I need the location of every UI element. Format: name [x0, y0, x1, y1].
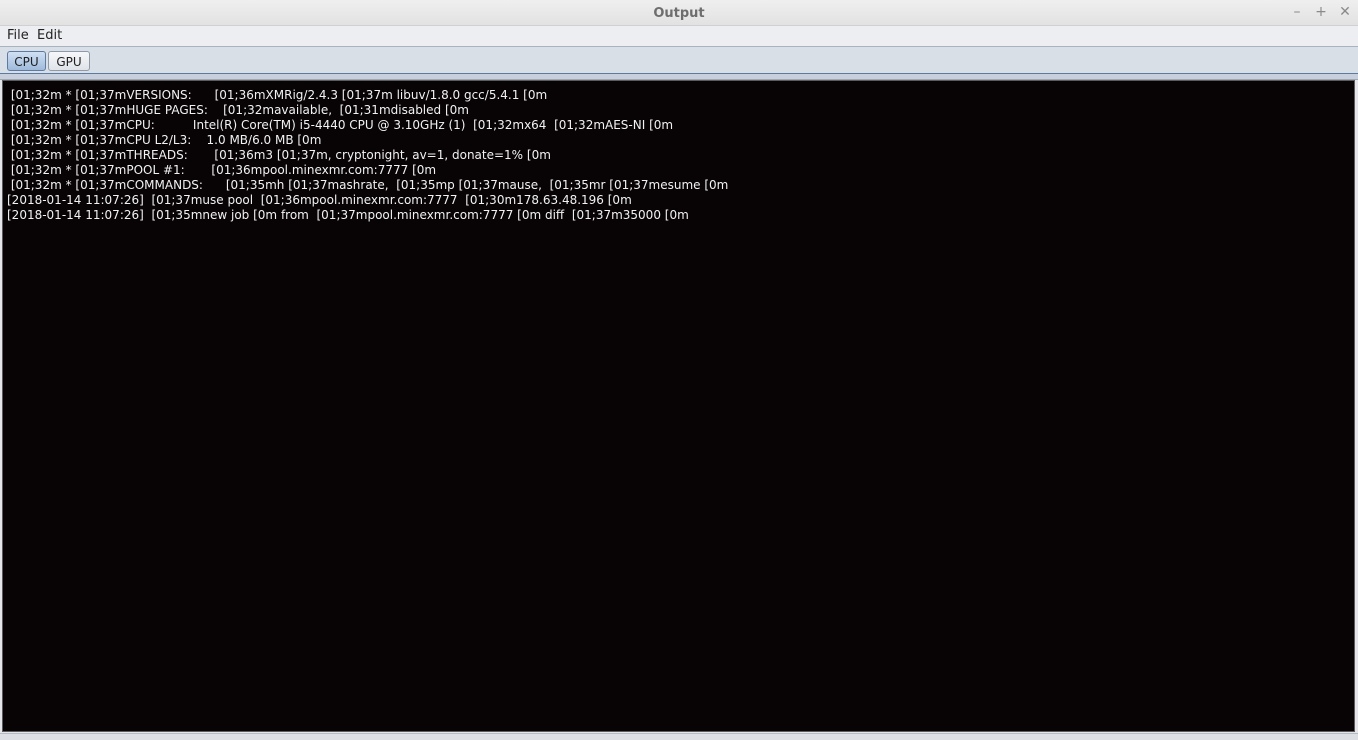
- window-title: Output: [653, 6, 705, 21]
- close-button[interactable]: ✕: [1337, 4, 1353, 20]
- status-bar: [0, 733, 1358, 740]
- console-line: [01;32m * [01;37mHUGE PAGES: [01;32mavai…: [7, 103, 469, 117]
- console-lines: [01;32m * [01;37mVERSIONS: [01;36mXMRig/…: [7, 88, 728, 223]
- output-window: Output – + ✕ File Edit CPU GPU [01;32m *…: [0, 0, 1358, 740]
- console-line: [2018-01-14 11:07:26] [01;35mnew job [0m…: [7, 208, 689, 222]
- tab-content-border: [0, 73, 1358, 80]
- tab-gpu[interactable]: GPU: [48, 51, 90, 71]
- console-line: [01;32m * [01;37mPOOL #1: [01;36mpool.mi…: [7, 163, 437, 177]
- menu-file[interactable]: File: [7, 28, 29, 43]
- console-line: [2018-01-14 11:07:26] [01;37muse pool [0…: [7, 193, 632, 207]
- console-line: [01;32m * [01;37mCOMMANDS: [01;35mh [01;…: [7, 178, 729, 192]
- console-line: [01;32m * [01;37mCPU: Intel(R) Core(TM) …: [7, 118, 674, 132]
- menu-bar: File Edit: [0, 26, 1358, 46]
- tab-strip: CPU GPU: [0, 47, 1358, 75]
- title-bar[interactable]: Output – + ✕: [0, 0, 1358, 26]
- maximize-button[interactable]: +: [1313, 4, 1329, 20]
- console-line: [01;32m * [01;37mTHREADS: [01;36m3 [01;3…: [7, 148, 551, 162]
- console-line: [01;32m * [01;37mCPU L2/L3: 1.0 MB/6.0 M…: [7, 133, 322, 147]
- menu-edit[interactable]: Edit: [37, 28, 62, 43]
- tab-cpu[interactable]: CPU: [7, 51, 46, 71]
- console-output[interactable]: [01;32m * [01;37mVERSIONS: [01;36mXMRig/…: [2, 80, 1355, 732]
- console-line: [01;32m * [01;37mVERSIONS: [01;36mXMRig/…: [7, 88, 548, 102]
- minimize-button[interactable]: –: [1289, 4, 1305, 20]
